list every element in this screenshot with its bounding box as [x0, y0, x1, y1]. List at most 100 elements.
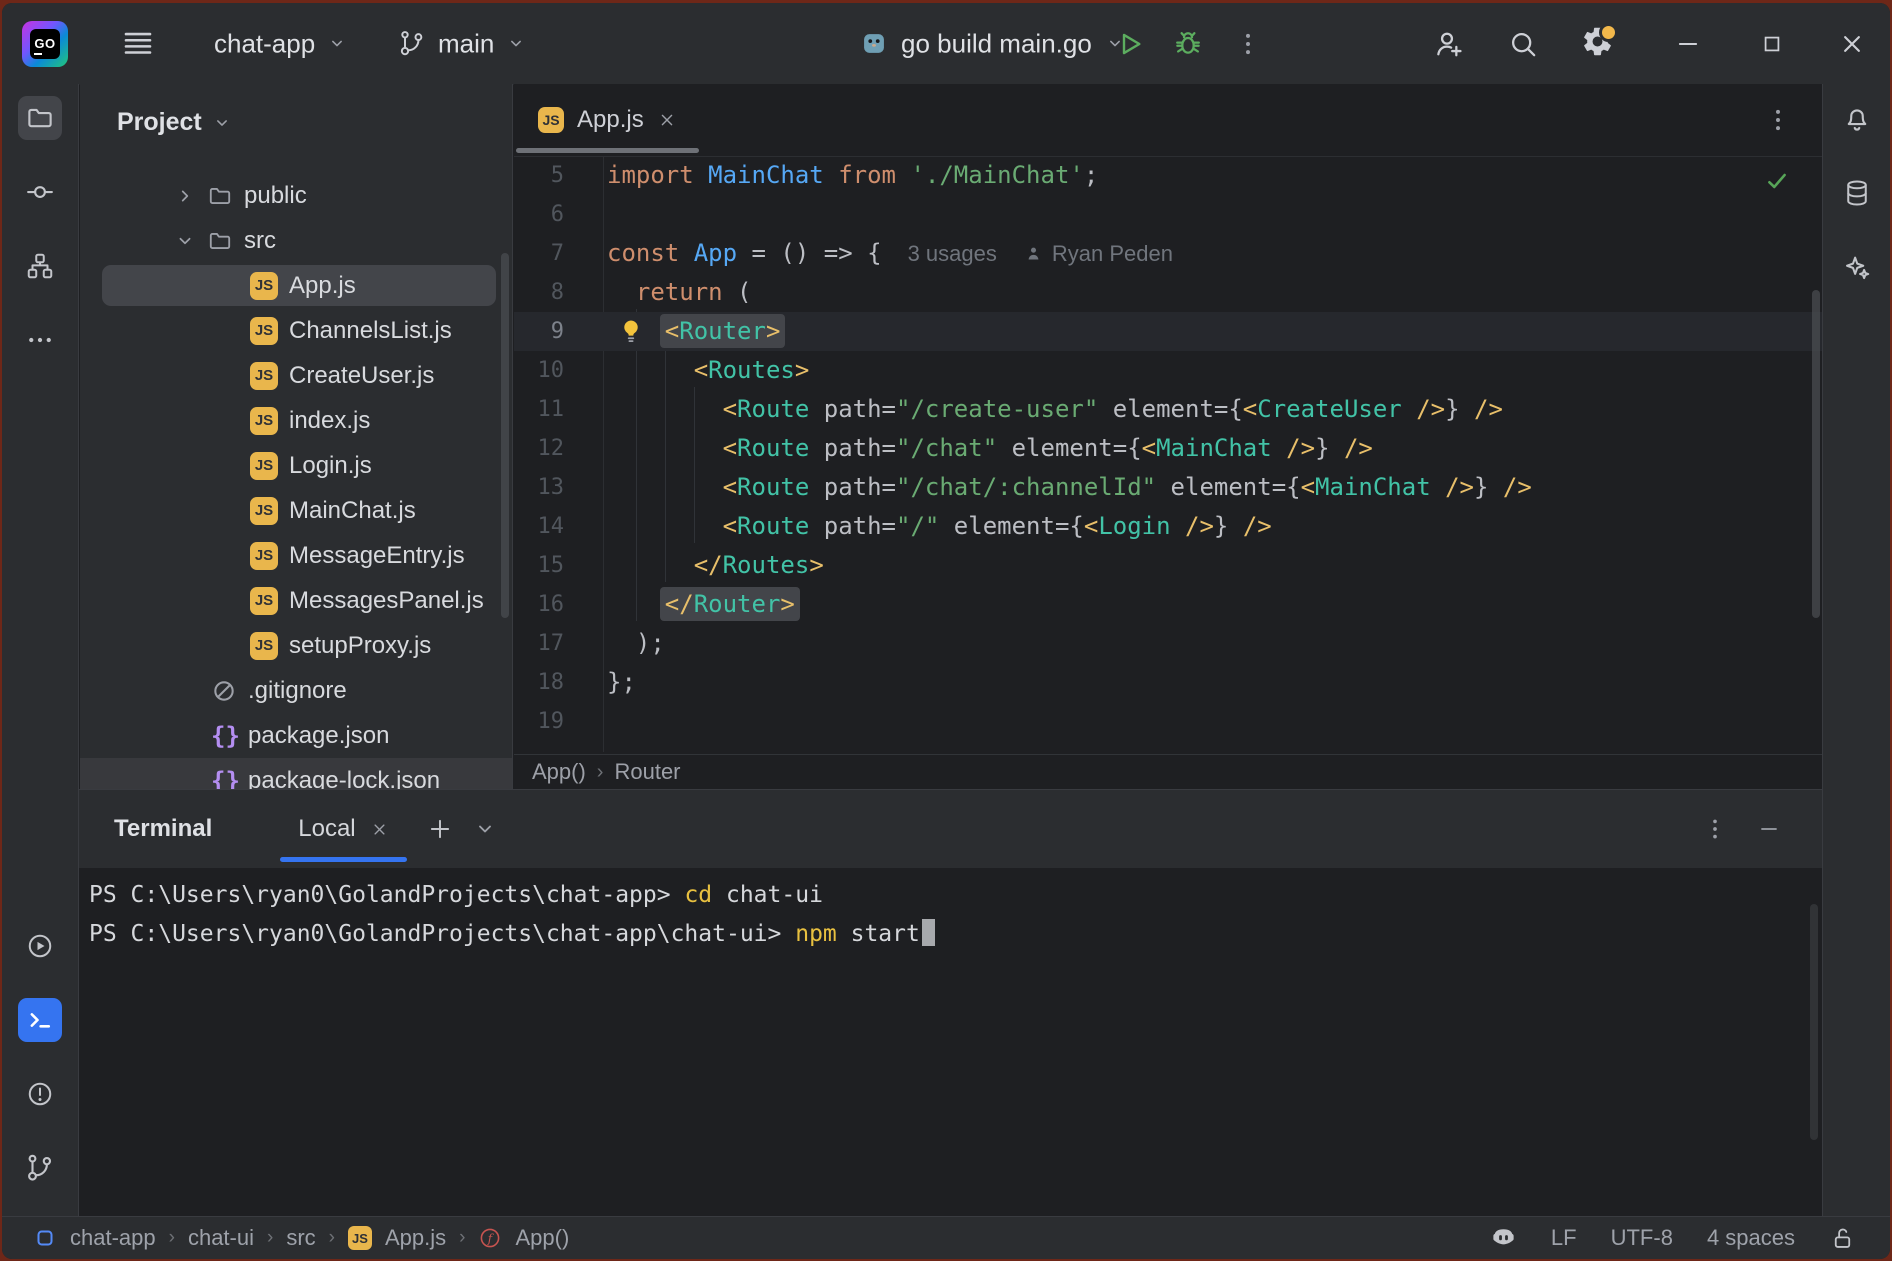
- line-content: <Router>: [564, 312, 780, 351]
- active-terminal-tab-indicator: [280, 857, 406, 862]
- tool-button-notifications[interactable]: [1836, 98, 1878, 140]
- code-line-15[interactable]: 15 </Routes>: [514, 546, 1826, 585]
- terminal-type-dropdown[interactable]: [473, 817, 497, 841]
- goland-logo-icon[interactable]: GO: [22, 21, 68, 67]
- tree-item-label: package-lock.json: [248, 767, 440, 790]
- tree-item-index.js[interactable]: JSindex.js: [80, 398, 512, 443]
- tool-button-database[interactable]: [1836, 172, 1878, 214]
- status-breadcrumbs[interactable]: chat-app›chat-ui›src›JSApp.js›fApp(): [33, 1225, 569, 1251]
- run-configuration-widget[interactable]: go build main.go: [860, 28, 1125, 59]
- terminal-scrollbar[interactable]: [1810, 904, 1818, 1140]
- window-minimize-button[interactable]: [1666, 22, 1710, 66]
- status-crumb-chat-ui[interactable]: chat-ui: [188, 1225, 254, 1251]
- code-line-9[interactable]: 9 <Router>: [514, 312, 1826, 351]
- search-everywhere-button[interactable]: [1501, 22, 1545, 66]
- window-close-button[interactable]: [1830, 22, 1874, 66]
- project-panel-header[interactable]: Project: [80, 84, 512, 137]
- tree-item-package-lock.json[interactable]: {}package-lock.json: [80, 758, 512, 789]
- code-line-5[interactable]: 5import MainChat from './MainChat';: [514, 156, 1826, 195]
- editor-tab-bar: JS App.js: [514, 84, 1826, 157]
- tree-item-CreateUser.js[interactable]: JSCreateUser.js: [80, 353, 512, 398]
- tab-close-icon[interactable]: [370, 820, 389, 839]
- project-widget[interactable]: chat-app: [214, 28, 347, 59]
- lockopen-icon[interactable]: [1829, 1225, 1856, 1252]
- code-line-6[interactable]: 6: [514, 195, 1826, 234]
- tab-app-js[interactable]: JS App.js: [516, 84, 699, 155]
- tool-button-services[interactable]: [18, 924, 62, 968]
- tool-button-more-tools[interactable]: [18, 318, 62, 362]
- chevron-right-icon[interactable]: [174, 185, 196, 207]
- code-line-8[interactable]: 8 return (: [514, 273, 1826, 312]
- tab-close-icon[interactable]: [657, 110, 677, 130]
- line-number: 18: [514, 663, 564, 702]
- code-line-11[interactable]: 11 <Route path="/create-user" element={<…: [514, 390, 1826, 429]
- code-line-12[interactable]: 12 <Route path="/chat" element={<MainCha…: [514, 429, 1826, 468]
- run-button[interactable]: [1108, 22, 1152, 66]
- chevron-down-icon[interactable]: [174, 230, 196, 252]
- terminal-options-button[interactable]: [1702, 816, 1728, 842]
- run-more-options-button[interactable]: [1226, 22, 1270, 66]
- tool-button-ai-assistant[interactable]: [1836, 246, 1878, 288]
- editor-options-button[interactable]: [1758, 100, 1798, 140]
- status-crumb-App.js[interactable]: App.js: [385, 1225, 446, 1251]
- status-crumb-App()[interactable]: App(): [515, 1225, 569, 1251]
- tree-item-.gitignore[interactable]: .gitignore: [80, 668, 512, 713]
- status-widget-LF[interactable]: LF: [1551, 1225, 1577, 1251]
- jsmini-icon: JS: [348, 1226, 372, 1250]
- tool-button-version-control[interactable]: [18, 1146, 62, 1190]
- code-line-10[interactable]: 10 <Routes>: [514, 351, 1826, 390]
- status-crumb-src[interactable]: src: [286, 1225, 315, 1251]
- breadcrumb-separator: ›: [459, 1227, 465, 1249]
- tree-item-setupProxy.js[interactable]: JSsetupProxy.js: [80, 623, 512, 668]
- vcs-branch-widget[interactable]: main: [398, 28, 526, 59]
- projbadge-icon: [33, 1226, 57, 1250]
- tree-item-src[interactable]: src: [80, 218, 512, 263]
- tool-button-terminal[interactable]: [18, 998, 62, 1042]
- breadcrumb-App()[interactable]: App(): [532, 759, 586, 785]
- usages-inlay[interactable]: 3 usages: [908, 234, 997, 273]
- main-menu-button[interactable]: [116, 22, 160, 66]
- tree-item-package.json[interactable]: {}package.json: [80, 713, 512, 758]
- code-line-7[interactable]: 7const App = () => {3 usagesRyan Peden: [514, 234, 1826, 273]
- status-widget-4 spaces[interactable]: 4 spaces: [1707, 1225, 1795, 1251]
- breadcrumb-Router[interactable]: Router: [614, 759, 680, 785]
- chevron-down-icon: [506, 34, 526, 54]
- terminal-line: PS C:\Users\ryan0\GolandProjects\chat-ap…: [89, 915, 1822, 954]
- code-line-14[interactable]: 14 <Route path="/" element={<Login />} /…: [514, 507, 1826, 546]
- code-line-17[interactable]: 17 );: [514, 624, 1826, 663]
- code-line-13[interactable]: 13 <Route path="/chat/:channelId" elemen…: [514, 468, 1826, 507]
- editor-area[interactable]: JS App.js 5import MainChat from './MainC…: [514, 84, 1826, 789]
- debug-button[interactable]: [1166, 22, 1210, 66]
- settings-button[interactable]: [1575, 22, 1619, 66]
- tree-item-MessageEntry.js[interactable]: JSMessageEntry.js: [80, 533, 512, 578]
- editor-scrollbar[interactable]: [1812, 290, 1820, 618]
- project-scrollbar[interactable]: [501, 253, 509, 618]
- code-editor[interactable]: 5import MainChat from './MainChat';67con…: [514, 156, 1826, 741]
- tree-item-MainChat.js[interactable]: JSMainChat.js: [80, 488, 512, 533]
- terminal-hide-button[interactable]: [1756, 816, 1782, 842]
- status-crumb-chat-app[interactable]: chat-app: [70, 1225, 156, 1251]
- editor-breadcrumbs[interactable]: App()›Router: [514, 754, 1826, 789]
- code-line-19[interactable]: 19: [514, 702, 1826, 741]
- terminal-output[interactable]: PS C:\Users\ryan0\GolandProjects\chat-ap…: [79, 868, 1822, 954]
- tree-item-public[interactable]: public: [80, 173, 512, 218]
- author-inlay[interactable]: Ryan Peden: [1052, 234, 1173, 273]
- tree-item-ChannelsList.js[interactable]: JSChannelsList.js: [80, 308, 512, 353]
- code-with-me-button[interactable]: [1427, 22, 1471, 66]
- tool-button-structure[interactable]: [18, 244, 62, 288]
- status-widget-UTF-8[interactable]: UTF-8: [1611, 1225, 1673, 1251]
- terminal-tab-local[interactable]: Local: [278, 790, 408, 868]
- tree-item-App.js[interactable]: JSApp.js: [80, 263, 512, 308]
- active-tab-indicator: [516, 148, 699, 153]
- tree-item-Login.js[interactable]: JSLogin.js: [80, 443, 512, 488]
- window-maximize-button[interactable]: [1750, 22, 1794, 66]
- intention-bulb-icon[interactable]: [617, 317, 645, 345]
- tool-button-commit[interactable]: [18, 170, 62, 214]
- tree-item-MessagesPanel.js[interactable]: JSMessagesPanel.js: [80, 578, 512, 623]
- new-terminal-button[interactable]: [421, 810, 459, 848]
- code-line-16[interactable]: 16 </Router>: [514, 585, 1826, 624]
- copilot-icon[interactable]: [1490, 1225, 1517, 1252]
- tool-button-project[interactable]: [18, 96, 62, 140]
- code-line-18[interactable]: 18};: [514, 663, 1826, 702]
- tool-button-problems[interactable]: [18, 1072, 62, 1116]
